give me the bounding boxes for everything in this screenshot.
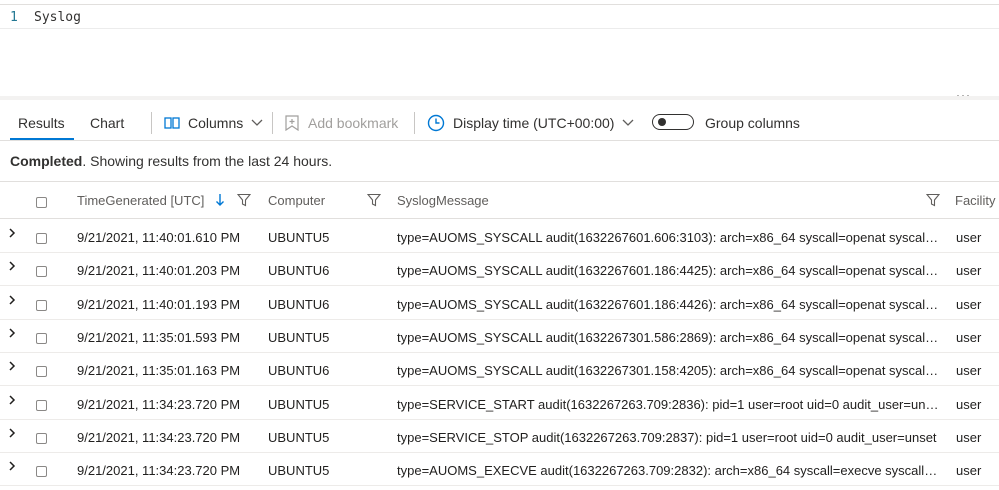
toggle-knob <box>658 118 666 126</box>
cell-timegenerated: 9/21/2021, 11:40:01.203 PM <box>77 263 241 279</box>
cell-computer: UBUNTU5 <box>268 396 330 412</box>
cell-timegenerated: 9/21/2021, 11:35:01.593 PM <box>77 329 241 345</box>
expand-chevron-icon[interactable] <box>8 393 16 409</box>
cell-timegenerated: 9/21/2021, 11:34:23.720 PM <box>77 463 241 479</box>
query-text[interactable]: Syslog <box>34 10 81 25</box>
status-text: . Showing results from the last 24 hours… <box>82 153 333 169</box>
table-row[interactable]: 9/21/2021, 11:34:23.720 PM UBUNTU5 type=AU… <box>0 452 999 487</box>
chevron-down-icon <box>251 119 263 126</box>
clock-icon <box>427 114 445 132</box>
tab-chart[interactable]: Chart <box>90 115 124 131</box>
expand-chevron-icon[interactable] <box>8 293 16 309</box>
column-header-syslogmessage[interactable]: SyslogMessage <box>397 193 489 208</box>
status-message: Completed. Showing results from the last… <box>10 153 332 169</box>
cell-facility: user <box>956 329 982 345</box>
expand-chevron-icon[interactable] <box>8 426 16 442</box>
sort-descending-icon[interactable] <box>215 193 225 207</box>
cell-computer: UBUNTU5 <box>268 329 330 345</box>
row-checkbox[interactable] <box>36 233 47 244</box>
cell-syslogmessage: type=AUOMS_SYSCALL audit(1632267601.186:… <box>397 263 939 279</box>
cell-facility: user <box>956 230 982 245</box>
cell-computer: UBUNTU6 <box>268 296 330 312</box>
cell-syslogmessage: type=AUOMS_SYSCALL audit(1632267601.186:… <box>397 296 939 312</box>
cell-syslogmessage: type=AUOMS_EXECVE audit(1632267263.709:2… <box>397 463 939 479</box>
cell-syslogmessage: type=SERVICE_START audit(1632267263.709:… <box>397 396 939 412</box>
expand-chevron-icon[interactable] <box>8 226 16 242</box>
cell-computer: UBUNTU6 <box>268 263 330 279</box>
cell-computer: UBUNTU6 <box>268 363 330 379</box>
expand-chevron-icon[interactable] <box>8 259 16 275</box>
row-checkbox[interactable] <box>36 332 47 344</box>
cell-syslogmessage: type=AUOMS_SYSCALL audit(1632267601.606:… <box>397 230 939 245</box>
expand-chevron-icon[interactable] <box>8 459 16 475</box>
group-columns-label: Group columns <box>705 115 800 131</box>
filter-icon[interactable] <box>237 193 251 207</box>
row-checkbox[interactable] <box>36 299 47 311</box>
row-checkbox[interactable] <box>36 466 47 478</box>
cell-syslogmessage: type=AUOMS_SYSCALL audit(1632267301.158:… <box>397 363 939 379</box>
table-row[interactable]: 9/21/2021, 11:35:01.593 PM UBUNTU5 type=AU… <box>0 319 999 353</box>
cell-computer: UBUNTU5 <box>268 429 330 445</box>
table-row[interactable]: 9/21/2021, 11:35:01.163 PM UBUNTU6 type=AU… <box>0 352 999 387</box>
expand-chevron-icon[interactable] <box>8 359 16 375</box>
query-editor[interactable]: 1 Syslog ··· <box>0 0 999 102</box>
columns-label: Columns <box>188 115 244 131</box>
toolbar-divider <box>414 112 415 134</box>
columns-icon <box>164 117 180 129</box>
table-row[interactable]: 9/21/2021, 11:40:01.610 PM UBUNTU5 type=AU… <box>0 219 999 253</box>
cell-timegenerated: 9/21/2021, 11:40:01.610 PM <box>77 230 241 245</box>
cell-computer: UBUNTU5 <box>268 463 330 479</box>
toolbar-divider <box>151 112 152 134</box>
cell-syslogmessage: type=AUOMS_SYSCALL audit(1632267301.586:… <box>397 329 939 345</box>
row-checkbox[interactable] <box>36 399 47 411</box>
group-columns-toggle[interactable] <box>652 114 694 130</box>
select-all-checkbox[interactable] <box>36 197 47 208</box>
cell-timegenerated: 9/21/2021, 11:34:23.720 PM <box>77 396 241 412</box>
toolbar-divider-line <box>0 140 999 141</box>
display-time-dropdown[interactable]: Display time (UTC+00:00) <box>427 112 634 134</box>
cell-timegenerated: 9/21/2021, 11:40:01.193 PM <box>77 296 241 312</box>
cell-syslogmessage: type=SERVICE_STOP audit(1632267263.709:2… <box>397 429 937 445</box>
row-checkbox[interactable] <box>36 432 47 444</box>
column-header-facility[interactable]: Facility <box>955 193 995 208</box>
cell-facility: user <box>956 429 982 445</box>
column-header-computer[interactable]: Computer <box>268 193 325 208</box>
cell-computer: UBUNTU5 <box>268 230 330 245</box>
results-toolbar: Results Chart Columns Add bookmark Displ… <box>0 100 999 140</box>
chevron-down-icon <box>622 119 634 126</box>
cell-facility: user <box>956 363 982 379</box>
row-checkbox[interactable] <box>36 366 47 378</box>
filter-icon[interactable] <box>367 193 381 207</box>
expand-chevron-icon[interactable] <box>8 326 16 342</box>
table-header: TimeGenerated [UTC] Computer SyslogMessa… <box>0 182 999 219</box>
cell-timegenerated: 9/21/2021, 11:34:23.720 PM <box>77 429 241 445</box>
add-bookmark-button[interactable]: Add bookmark <box>284 112 398 134</box>
line-number: 1 <box>10 10 18 25</box>
cell-facility: user <box>956 396 982 412</box>
status-bold: Completed <box>10 153 83 169</box>
bookmark-icon <box>285 115 299 131</box>
filter-icon[interactable] <box>926 193 940 207</box>
table-row[interactable]: 9/21/2021, 11:40:01.193 PM UBUNTU6 type=AU… <box>0 286 999 320</box>
cell-facility: user <box>956 296 982 312</box>
add-bookmark-label: Add bookmark <box>308 115 399 131</box>
columns-button[interactable]: Columns <box>164 112 263 134</box>
editor-top-border <box>0 4 999 5</box>
row-checkbox[interactable] <box>36 266 47 278</box>
tab-results[interactable]: Results <box>18 115 65 131</box>
table-row[interactable]: 9/21/2021, 11:34:23.720 PM UBUNTU5 type=SE… <box>0 419 999 453</box>
display-time-label: Display time (UTC+00:00) <box>453 115 615 131</box>
cell-facility: user <box>956 463 982 479</box>
cell-facility: user <box>956 263 982 279</box>
column-header-timegenerated[interactable]: TimeGenerated [UTC] <box>77 193 204 208</box>
toolbar-divider <box>272 112 273 134</box>
table-row[interactable]: 9/21/2021, 11:34:23.720 PM UBUNTU5 type=SE… <box>0 386 999 420</box>
cell-timegenerated: 9/21/2021, 11:35:01.163 PM <box>77 363 241 379</box>
editor-line[interactable]: 1 Syslog <box>0 10 999 29</box>
table-row[interactable]: 9/21/2021, 11:40:01.203 PM UBUNTU6 type=AU… <box>0 252 999 287</box>
